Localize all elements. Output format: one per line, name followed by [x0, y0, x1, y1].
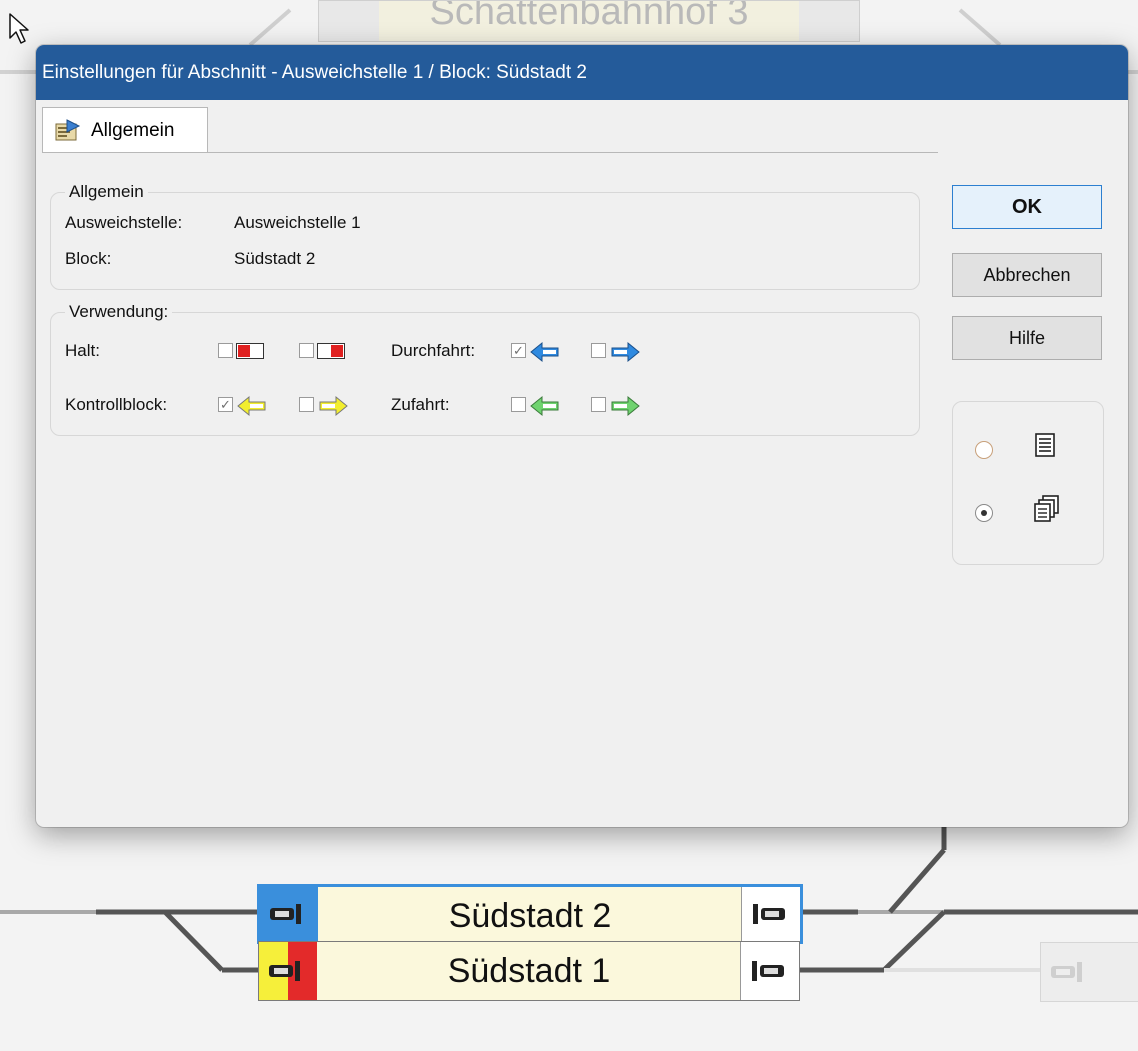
halt-left-checkbox[interactable] — [218, 343, 233, 358]
arrow-right-green-icon — [611, 395, 640, 417]
tab-allgemein[interactable]: Allgemein — [42, 107, 208, 153]
block-value: Südstadt 2 — [234, 249, 316, 268]
dialog-title: Einstellungen für Abschnitt - Ausweichst… — [42, 62, 587, 83]
halt-label: Halt: — [65, 341, 100, 360]
kontrollblock-label: Kontrollblock: — [65, 395, 168, 414]
block-suedstadt-1[interactable]: Südstadt 1 — [258, 941, 800, 1001]
single-page-icon — [1035, 433, 1055, 457]
block-label: Südstadt 1 — [447, 952, 611, 990]
usage-group-legend: Verwendung: — [65, 302, 173, 322]
arrow-left-blue-icon — [530, 341, 559, 363]
buffer-stop-left-icon — [269, 961, 300, 981]
buffer-stop-left-icon — [1051, 962, 1082, 982]
view-single-radio[interactable] — [975, 441, 993, 459]
view-multi-radio[interactable] — [975, 504, 993, 522]
mouse-cursor-icon — [9, 13, 29, 44]
dialog-titlebar[interactable]: Einstellungen für Abschnitt - Ausweichst… — [36, 45, 1128, 100]
settings-dialog: Einstellungen für Abschnitt - Ausweichst… — [36, 45, 1128, 827]
arrow-right-yellow-icon — [319, 395, 348, 417]
block-left-cap — [259, 942, 317, 1000]
halt-right-checkbox[interactable] — [299, 343, 314, 358]
zufahrt-left-checkbox[interactable] — [511, 397, 526, 412]
buffer-stop-right-icon — [753, 904, 785, 924]
properties-icon — [55, 119, 81, 141]
kontrollblock-right-checkbox[interactable] — [299, 397, 314, 412]
ausweichstelle-value: Ausweichstelle 1 — [234, 213, 361, 232]
ok-button[interactable]: OK — [952, 185, 1102, 229]
zufahrt-label: Zufahrt: — [391, 395, 450, 414]
durchfahrt-right-checkbox[interactable] — [591, 343, 606, 358]
buffer-stop-left-icon — [270, 904, 301, 924]
arrow-left-green-icon — [530, 395, 559, 417]
help-button[interactable]: Hilfe — [952, 316, 1102, 360]
block-suedstadt-2[interactable]: Südstadt 2 — [257, 884, 803, 944]
view-mode-group — [952, 401, 1104, 565]
general-group-legend: Allgemein — [65, 182, 148, 202]
kontrollblock-left-checkbox[interactable]: ✓ — [218, 397, 233, 412]
durchfahrt-left-checkbox[interactable]: ✓ — [511, 343, 526, 358]
ausweichstelle-label: Ausweichstelle: — [65, 213, 183, 232]
block-right-cap — [741, 887, 800, 941]
block-label: Südstadt 2 — [448, 897, 612, 935]
halt-left-red-icon — [236, 343, 264, 359]
top-block-label: Schattenbahnhof 3 — [379, 1, 799, 41]
buffer-stop-right-icon — [752, 961, 784, 981]
arrow-left-yellow-icon — [237, 395, 266, 417]
top-block-schattenbahnhof[interactable]: Schattenbahnhof 3 — [318, 0, 860, 42]
block-faded[interactable] — [1040, 942, 1138, 1002]
tab-panel: Allgemein Ausweichstelle: Ausweichstelle… — [42, 152, 938, 818]
multi-page-icon — [1034, 495, 1059, 522]
zufahrt-right-checkbox[interactable] — [591, 397, 606, 412]
block-right-cap — [740, 942, 799, 1000]
usage-group: Verwendung: Halt: Durchfahrt: ✓ Kontroll… — [50, 302, 920, 436]
general-group: Allgemein Ausweichstelle: Ausweichstelle… — [50, 182, 920, 290]
cancel-button[interactable]: Abbrechen — [952, 253, 1102, 297]
halt-right-red-icon — [317, 343, 345, 359]
block-label: Block: — [65, 249, 112, 268]
tab-label: Allgemein — [91, 120, 175, 141]
durchfahrt-label: Durchfahrt: — [391, 341, 476, 360]
block-left-cap — [260, 887, 318, 941]
arrow-right-blue-icon — [611, 341, 640, 363]
